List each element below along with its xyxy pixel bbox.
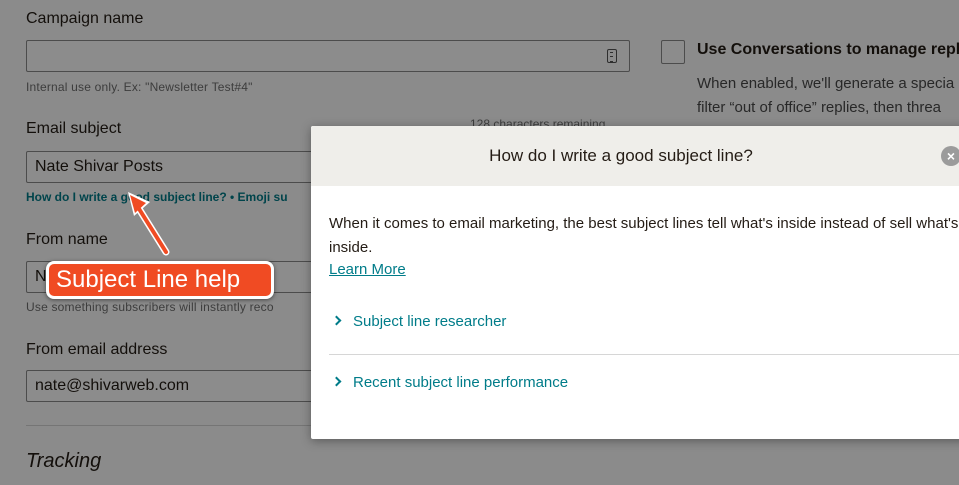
modal-header: How do I write a good subject line? × [311,126,959,186]
chevron-right-icon [331,315,342,326]
modal-body-text: When it comes to email marketing, the be… [329,215,959,256]
annotation-callout: Subject Line help [46,261,274,299]
accordion-subject-line-researcher[interactable]: Subject line researcher [329,313,959,337]
accordion-label: Recent subject line performance [353,374,569,391]
close-icon[interactable]: × [941,146,959,166]
chevron-right-icon [331,376,342,387]
modal-title: How do I write a good subject line? [489,146,753,165]
accordion-divider [329,354,959,355]
subject-line-help-modal: How do I write a good subject line? × Wh… [311,126,959,439]
accordion-recent-subject-line-performance[interactable]: Recent subject line performance [329,374,959,398]
annotation-arrow [128,192,170,256]
accordion-label: Subject line researcher [353,313,507,330]
learn-more-link[interactable]: Learn More [329,261,406,278]
